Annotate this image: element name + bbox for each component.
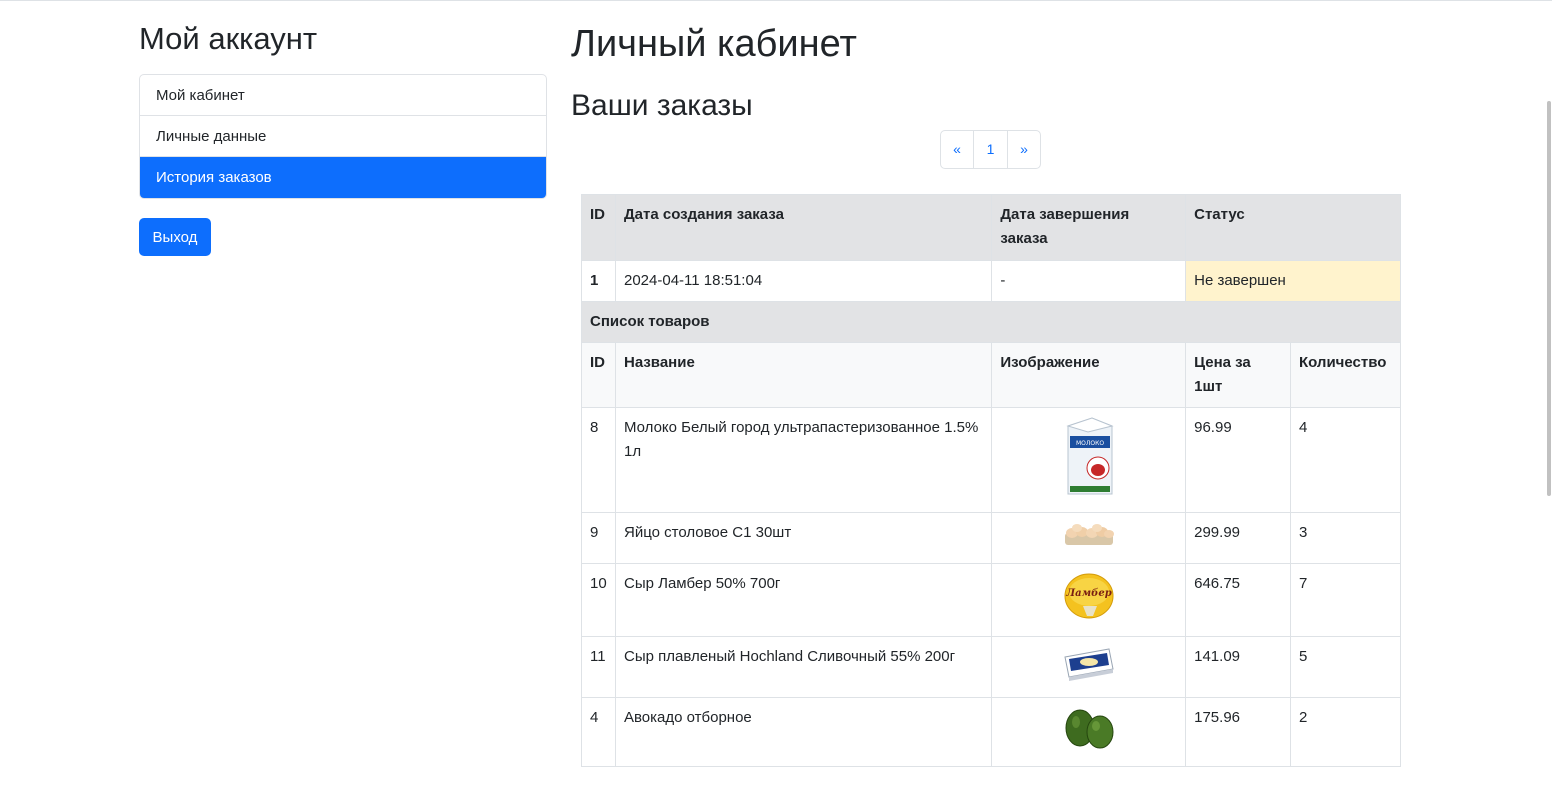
item-id: 10	[581, 563, 616, 637]
item-image-cell	[991, 636, 1187, 698]
order-row: 1 2024-04-11 18:51:04 - Не завершен	[581, 260, 1401, 302]
item-name: Сыр плавленый Hochland Сливочный 55% 200…	[614, 636, 993, 698]
scrollbar-thumb[interactable]	[1547, 101, 1551, 496]
order-completed: -	[991, 260, 1187, 302]
items-title-row: Список товаров	[581, 301, 1401, 343]
item-name: Молоко Белый город ультрапастеризованное…	[614, 407, 993, 513]
item-qty: 4	[1289, 407, 1402, 513]
item-id: 8	[581, 407, 616, 513]
item-qty: 5	[1289, 636, 1402, 698]
orders-title: Ваши заказы	[571, 89, 753, 122]
lamber-label: Ламбер	[1065, 588, 1111, 599]
item-price: 96.99	[1185, 407, 1291, 513]
item-id: 4	[581, 697, 616, 767]
avocado-image	[1065, 709, 1114, 749]
order-header-row: ID Дата создания заказа Дата завершения …	[581, 194, 1401, 261]
item-image-cell	[991, 512, 1187, 564]
table-row: 8 Молоко Белый город ультрапастеризованн…	[581, 407, 1402, 513]
item-header-image: Изображение	[991, 342, 1187, 408]
milk-label: МОЛОКО	[1076, 440, 1104, 447]
item-qty: 7	[1289, 563, 1402, 637]
item-header-qty: Количество	[1289, 342, 1402, 408]
item-header-name: Название	[614, 342, 993, 408]
table-row: 4 Авокадо отборное 175.96 2	[581, 697, 1402, 767]
pagination-prev[interactable]: «	[941, 131, 974, 168]
item-header-id: ID	[581, 342, 616, 408]
item-qty: 3	[1289, 512, 1402, 564]
item-id: 9	[581, 512, 616, 564]
order-header-status: Статус	[1185, 194, 1401, 261]
orders-table: ID Дата создания заказа Дата завершения …	[581, 194, 1402, 767]
order-status-badge: Не завершен	[1185, 260, 1401, 302]
item-price: 175.96	[1185, 697, 1291, 767]
item-name: Яйцо столовое С1 30шт	[614, 512, 993, 564]
item-name: Сыр Ламбер 50% 700г	[614, 563, 993, 637]
order-created: 2024-04-11 18:51:04	[614, 260, 993, 302]
item-price: 299.99	[1185, 512, 1291, 564]
item-id: 11	[581, 636, 616, 698]
item-name: Авокадо отборное	[614, 697, 993, 767]
items-title: Список товаров	[581, 301, 1401, 343]
item-image-cell: МОЛОКО	[991, 407, 1187, 513]
order-header-created: Дата создания заказа	[614, 194, 993, 261]
logout-button[interactable]: Выход	[139, 218, 211, 256]
pagination-page-1[interactable]: 1	[974, 131, 1008, 168]
hochland-cheese-image	[1064, 648, 1114, 681]
lamber-cheese-image: Ламбер	[1064, 573, 1114, 619]
menu-item-personal-data[interactable]: Личные данные	[140, 116, 546, 157]
order-header-id: ID	[581, 194, 616, 261]
item-price: 646.75	[1185, 563, 1291, 637]
table-row: 11 Сыр плавленый Hochland Сливочный 55% …	[581, 636, 1402, 698]
pagination-next[interactable]: »	[1008, 131, 1040, 168]
menu-item-my-cabinet[interactable]: Мой кабинет	[140, 75, 546, 116]
scrollbar-track[interactable]	[1546, 1, 1552, 785]
pagination: « 1 »	[940, 130, 1041, 169]
account-menu: Мой кабинет Личные данные История заказо…	[139, 74, 547, 199]
item-header-price: Цена за 1шт	[1185, 342, 1291, 408]
table-row: 9 Яйцо столовое С1 30шт 299.99 3	[581, 512, 1402, 564]
order-id: 1	[581, 260, 616, 302]
item-qty: 2	[1289, 697, 1402, 767]
order-header-completed: Дата завершения заказа	[991, 194, 1187, 261]
sidebar-title: Мой аккаунт	[139, 21, 318, 56]
item-image-cell	[991, 697, 1187, 767]
item-image-cell: Ламбер	[991, 563, 1187, 637]
page-title: Личный кабинет	[571, 23, 857, 65]
egg-tray-image	[1064, 524, 1114, 545]
milk-carton-image: МОЛОКО	[1066, 417, 1114, 495]
items-header-row: ID Название Изображение Цена за 1шт Коли…	[581, 342, 1402, 408]
item-price: 141.09	[1185, 636, 1291, 698]
table-row: 10 Сыр Ламбер 50% 700г Ламбер 646.75 7	[581, 563, 1402, 637]
menu-item-order-history[interactable]: История заказов	[140, 157, 546, 198]
